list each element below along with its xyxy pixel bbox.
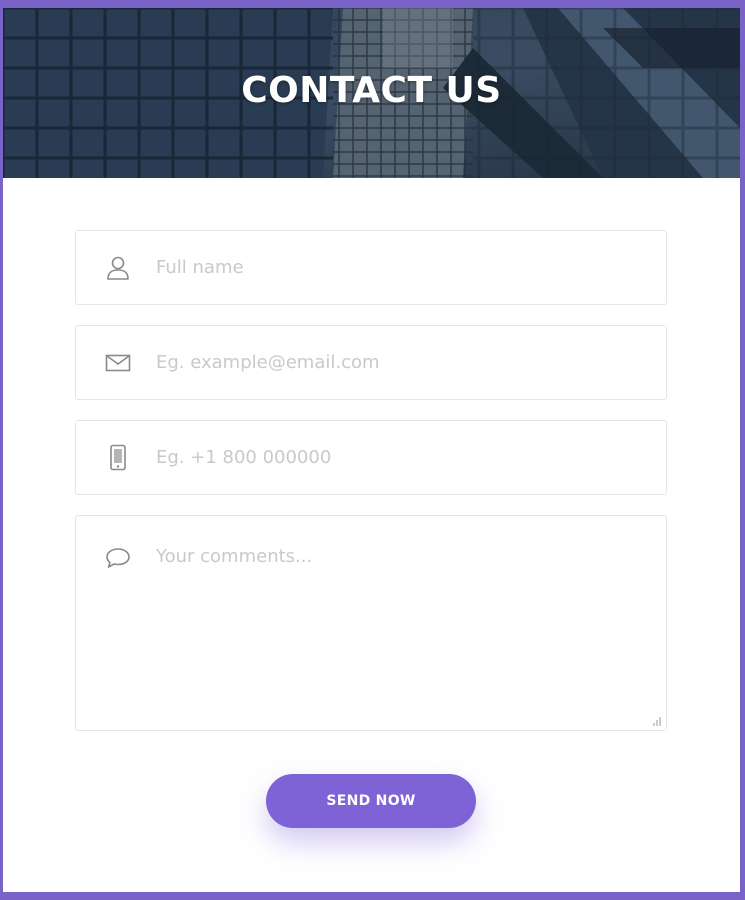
resize-grip-icon[interactable] xyxy=(652,716,662,726)
email-input[interactable] xyxy=(156,326,650,399)
speech-bubble-icon xyxy=(104,544,132,572)
send-now-button[interactable]: SEND NOW xyxy=(266,774,476,828)
envelope-icon xyxy=(104,349,132,377)
mobile-phone-icon xyxy=(104,444,132,472)
comments-field[interactable] xyxy=(75,515,667,731)
page-title: CONTACT US xyxy=(241,70,502,111)
contact-card: CONTACT US Full name Eg. example@email.c… xyxy=(3,8,740,892)
comments-textarea[interactable] xyxy=(156,546,650,716)
user-icon xyxy=(104,254,132,282)
full-name-input[interactable] xyxy=(156,231,650,304)
header-banner: CONTACT US xyxy=(3,8,740,178)
phone-field[interactable] xyxy=(75,420,667,495)
full-name-field[interactable] xyxy=(75,230,667,305)
phone-input[interactable] xyxy=(156,421,650,494)
email-field[interactable] xyxy=(75,325,667,400)
